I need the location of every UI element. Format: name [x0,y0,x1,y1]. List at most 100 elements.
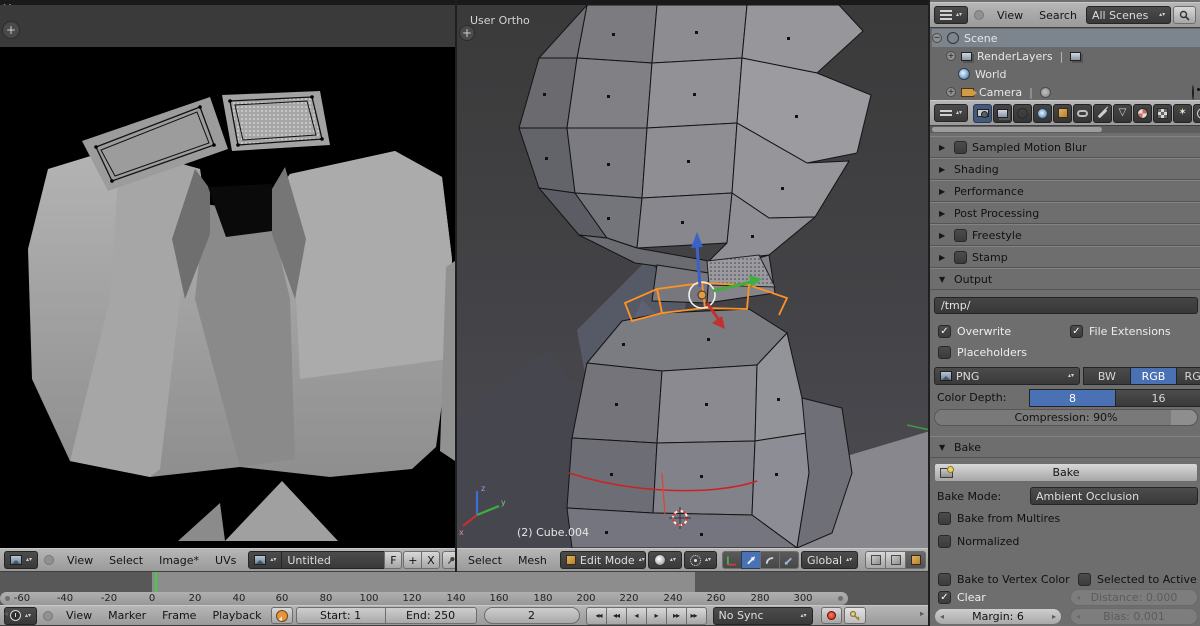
tab-material[interactable] [1133,103,1153,123]
bake-mode-dropdown[interactable]: Ambient Occlusion [1030,487,1198,505]
play-reverse-button[interactable]: ◂ [625,606,647,625]
freestyle-checkbox[interactable] [954,228,967,242]
color-mode-rgb[interactable]: RGB [1129,367,1178,385]
panel-output[interactable]: ▼ Output [930,268,1200,290]
collapse-icon[interactable]: − [932,33,942,43]
snap-element-button[interactable] [885,551,907,569]
editor-type-button[interactable]: ▴▾ [934,6,969,24]
mode-dropdown[interactable]: Edit Mode ▴▾ [559,551,646,569]
menu-view[interactable]: View [60,554,100,567]
panel-stamp[interactable]: ▶ Stamp [930,246,1200,268]
rotate-manipulator-button[interactable] [759,551,780,569]
image-browse-button[interactable]: ▴▾ [248,551,283,569]
keying-set-button[interactable] [843,607,866,624]
menu-view[interactable]: View [990,9,1030,22]
bake-to-vertex-option[interactable]: Bake to Vertex Color [938,572,1070,587]
tab-world[interactable] [1033,103,1053,123]
bake-to-vertex-checkbox[interactable] [938,573,951,586]
tab-constraints[interactable] [1073,103,1093,123]
selected-to-active-checkbox[interactable] [1078,573,1091,586]
panel-bake[interactable]: ▼ Bake [930,436,1200,458]
collapse-menus-icon[interactable] [44,555,55,565]
menu-playback[interactable]: Playback [205,609,268,622]
clear-option[interactable]: ✓ Clear [938,590,986,605]
menu-uvs[interactable]: UVs [208,554,243,567]
previous-keyframe-button[interactable]: ◂◂ [605,606,627,625]
region-expand-button[interactable]: + [459,25,475,41]
tab-physics[interactable] [1193,103,1200,123]
translate-manipulator-button[interactable] [740,551,761,569]
menu-image[interactable]: Image* [152,554,206,567]
editor-type-button[interactable]: ▴▾ [934,104,969,122]
bake-from-multires-checkbox[interactable] [938,512,951,525]
new-image-button[interactable]: + [403,551,423,569]
panel-shading[interactable]: ▶ Shading [930,158,1200,180]
menu-select[interactable]: Select [461,554,509,567]
jump-to-start-button[interactable]: ◂◂ [585,606,607,625]
current-frame-field[interactable]: ◂ 2 ▸ [4,607,924,624]
panel-motion-blur[interactable]: ▶ Sampled Motion Blur [930,136,1200,158]
frame-start-field[interactable]: ◂ Start: 1 ▸ [4,607,924,624]
display-filter-dropdown[interactable]: All Scenes ▴▾ [1085,6,1172,24]
image-name-field[interactable]: Untitled [281,551,386,569]
snap-toggle[interactable] [865,551,887,569]
outliner-row-camera[interactable]: + Camera | [932,83,1200,101]
outliner-row-renderlayers[interactable]: + RenderLayers | [932,47,1200,65]
compression-slider[interactable]: Compression: 90% [934,409,1198,426]
menu-frame[interactable]: Frame [155,609,203,622]
margin-slider[interactable]: ◂ Margin: 6 ▸ [934,608,1062,625]
color-mode-bw[interactable]: BW [1083,367,1131,385]
shading-dropdown[interactable]: ▴▾ [647,551,682,569]
expand-icon[interactable]: + [946,87,956,97]
tab-scene[interactable] [1013,103,1033,123]
editor-type-button[interactable]: ▴▾ [4,606,38,625]
file-extensions-option[interactable]: ✓ File Extensions [1070,324,1171,339]
tab-texture[interactable] [1153,103,1173,123]
tab-particles[interactable]: ✶ [1173,103,1193,123]
panel-freestyle[interactable]: ▶ Freestyle [930,224,1200,246]
orientation-dropdown[interactable]: Global ▴▾ [800,551,859,569]
motion-blur-checkbox[interactable] [954,140,967,154]
play-button[interactable]: ▸ [645,606,667,625]
tab-object-data[interactable]: ▽ [1113,103,1133,123]
jump-to-end-button[interactable]: ▸▸ [685,606,707,625]
panel-post-processing[interactable]: ▶ Post Processing [930,202,1200,224]
tab-modifiers[interactable] [1093,103,1113,123]
menu-view[interactable]: View [59,609,99,622]
manipulator-toggle[interactable] [721,551,742,569]
selected-to-active-option[interactable]: Selected to Active [1078,572,1197,587]
color-mode-rgba[interactable]: RGBA [1176,367,1200,385]
collapse-menus-icon[interactable] [43,610,54,621]
preview-range-button[interactable] [270,607,293,624]
expand-icon[interactable]: + [946,51,956,61]
tab-render[interactable] [973,103,993,123]
menu-mesh[interactable]: Mesh [511,554,554,567]
menu-search[interactable]: Search [1032,9,1084,22]
search-button[interactable] [1173,6,1196,24]
placeholders-checkbox[interactable] [938,346,951,359]
frame-end-field[interactable]: ◂ End: 250 ▸ [4,607,924,624]
pin-button[interactable] [442,551,455,569]
tab-render-layers[interactable] [993,103,1013,123]
menu-select[interactable]: Select [102,554,150,567]
properties-scrollbar-thumb[interactable] [932,127,1102,132]
clear-checkbox[interactable]: ✓ [938,591,951,604]
panel-performance[interactable]: ▶ Performance [930,180,1200,202]
normalized-option[interactable]: Normalized [938,534,1019,549]
color-depth-8[interactable]: 8 [1029,389,1116,407]
outliner-row-world[interactable]: World [932,65,1200,83]
unlink-image-button[interactable]: X [421,551,441,569]
stamp-checkbox[interactable] [954,250,967,264]
bake-from-multires-option[interactable]: Bake from Multires [938,511,1060,526]
placeholders-option[interactable]: Placeholders [938,345,1027,360]
file-extensions-checkbox[interactable]: ✓ [1070,325,1083,338]
next-keyframe-button[interactable]: ▸▸ [665,606,687,625]
overwrite-option[interactable]: ✓ Overwrite [938,324,1011,339]
menu-marker[interactable]: Marker [101,609,153,622]
file-format-dropdown[interactable]: PNG ▴▾ [934,367,1080,385]
timeline-scrollbar[interactable]: -60 -40 -20 0 20 40 60 80 100 120 140 16… [0,592,848,605]
sync-dropdown[interactable]: No Sync ▴▾ [712,606,813,625]
outliner-row-scene[interactable]: − Scene [932,29,1200,47]
tab-object[interactable] [1053,103,1073,123]
visibility-toggle[interactable] [1192,84,1194,100]
